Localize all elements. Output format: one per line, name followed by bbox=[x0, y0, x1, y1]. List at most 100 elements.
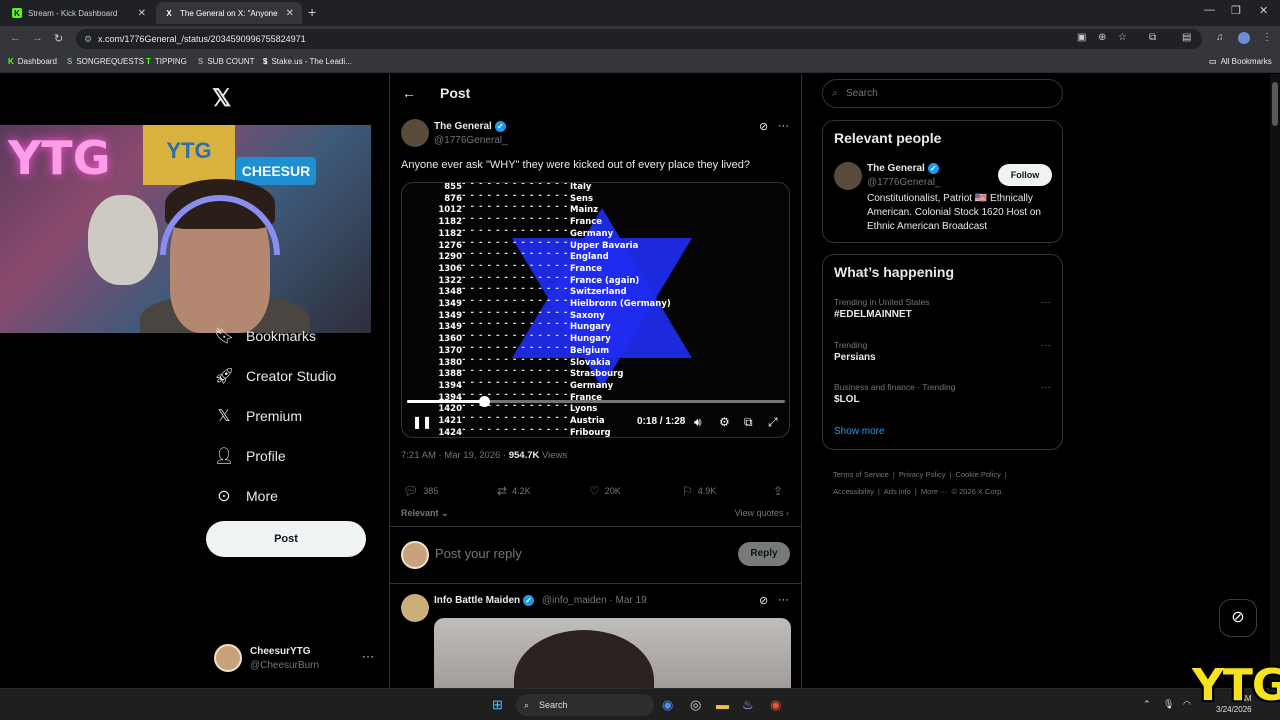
share-action[interactable]: ⇪ bbox=[773, 484, 788, 498]
scrollbar-thumb[interactable] bbox=[1272, 82, 1278, 126]
forward-arrow-icon[interactable]: → bbox=[32, 32, 43, 44]
more-dots-icon[interactable]: ··· bbox=[778, 594, 789, 606]
reply-sort-dropdown[interactable]: Relevant ⌄ bbox=[401, 508, 449, 519]
footer-link[interactable]: Accessibility bbox=[833, 487, 874, 496]
close-tab-icon[interactable]: ✕ bbox=[286, 8, 294, 19]
fullscreen-icon[interactable]: ⤢ bbox=[768, 415, 778, 430]
nav-bookmarks[interactable]: 🔖︎ Bookmarks bbox=[214, 326, 316, 346]
footer-separator: | bbox=[949, 470, 952, 479]
wifi-icon[interactable]: ◠ bbox=[1183, 699, 1191, 710]
reply-action[interactable]: 💬︎ 385 bbox=[403, 484, 438, 498]
relevant-person-handle[interactable]: @1776General_ bbox=[867, 177, 941, 188]
show-more-link[interactable]: Show more bbox=[834, 426, 885, 437]
reply-author-name[interactable]: Info Battle Maiden ✓ bbox=[434, 595, 535, 606]
bookmark-star-icon[interactable]: ☆ bbox=[1118, 32, 1127, 43]
reply-author-handle[interactable]: @info_maiden · Mar 19 bbox=[542, 595, 647, 606]
url-input[interactable]: ⚙ x.com/1776General_/status/203459099675… bbox=[76, 29, 1202, 49]
reload-icon[interactable]: ↻ bbox=[54, 32, 63, 45]
media-controls-icon[interactable]: ♫ bbox=[1216, 32, 1224, 43]
site-info-icon[interactable]: ⚙ bbox=[84, 29, 92, 49]
taskbar-search[interactable]: ⌕ Search bbox=[516, 694, 654, 716]
account-switcher[interactable]: CheesurYTG @CheesurBurn ··· bbox=[214, 644, 379, 676]
more-dots-icon[interactable]: ··· bbox=[1041, 340, 1051, 351]
more-dots-icon[interactable]: ··· bbox=[362, 649, 374, 663]
repost-action[interactable]: ⇄ 4.2K bbox=[497, 484, 531, 498]
post-timestamp[interactable]: 7:21 AM · Mar 19, 2026 · bbox=[401, 450, 509, 461]
volume-icon[interactable]: 🔊︎ bbox=[694, 415, 702, 430]
bookmark-sub-count[interactable]: S SUB COUNT bbox=[198, 57, 254, 66]
nav-profile[interactable]: 👤︎ Profile bbox=[214, 446, 286, 466]
view-quotes-link[interactable]: View quotes › bbox=[735, 508, 789, 518]
follow-button[interactable]: Follow bbox=[998, 164, 1052, 186]
more-dots-icon[interactable]: ··· bbox=[1041, 382, 1051, 393]
nav-more[interactable]: ⊙ More bbox=[214, 486, 278, 506]
picture-in-picture-icon[interactable]: ⧉ bbox=[744, 415, 753, 430]
tray-chevron-icon[interactable]: ⌃ bbox=[1143, 699, 1151, 710]
windows-start-icon[interactable]: ⊞ bbox=[492, 697, 503, 713]
maximize-icon[interactable]: ❐ bbox=[1231, 4, 1241, 17]
video-progress-bar[interactable] bbox=[407, 396, 785, 407]
grok-icon[interactable]: ⊘ bbox=[759, 594, 768, 607]
author-handle[interactable]: @1776General_ bbox=[434, 135, 508, 146]
grok-icon[interactable]: ⊘ bbox=[759, 120, 768, 133]
close-window-icon[interactable]: ✕ bbox=[1259, 4, 1268, 17]
author-avatar[interactable] bbox=[401, 119, 429, 147]
bookmark-dashboard[interactable]: K Dashboard bbox=[8, 57, 57, 66]
pause-icon[interactable]: ❚❚ bbox=[412, 415, 432, 429]
bookmark-stake[interactable]: $ Stake.us - The Leadi... bbox=[263, 57, 352, 66]
trend-name[interactable]: Persians bbox=[834, 352, 876, 363]
steam-icon[interactable]: ♨ bbox=[742, 697, 754, 713]
like-action[interactable]: ♡ 20K bbox=[589, 484, 621, 498]
bookmark-songrequests[interactable]: S SONGREQUESTS bbox=[67, 57, 144, 66]
cheesur-sign: CHEESUR bbox=[236, 157, 316, 185]
x-logo-icon[interactable]: 𝕏 bbox=[212, 84, 231, 113]
author-avatar[interactable] bbox=[834, 162, 862, 190]
relevant-person-name[interactable]: The General ✓ bbox=[867, 163, 939, 174]
new-tab-button[interactable]: + bbox=[308, 4, 316, 20]
more-dots-icon[interactable]: ··· bbox=[1041, 297, 1051, 308]
footer-link[interactable]: Terms of Service bbox=[833, 470, 889, 479]
reply-button[interactable]: Reply bbox=[738, 542, 790, 566]
file-explorer-icon[interactable]: ▬ bbox=[716, 697, 729, 712]
search-input[interactable]: ⌕ Search bbox=[822, 79, 1063, 108]
profile-avatar-icon[interactable] bbox=[1238, 32, 1250, 44]
tab-x-post[interactable]: X The General on X: "Anyone ✕ bbox=[156, 2, 302, 24]
avatar[interactable] bbox=[401, 594, 429, 622]
tab-kick-dashboard[interactable]: K Stream - Kick Dashboard ✕ bbox=[4, 2, 154, 24]
cast-icon[interactable]: ▣ bbox=[1077, 32, 1086, 43]
more-dots-icon[interactable]: ··· bbox=[778, 120, 789, 132]
post-button[interactable]: Post bbox=[206, 521, 366, 557]
footer-link[interactable]: More ··· bbox=[921, 487, 948, 496]
reply-media-image[interactable] bbox=[434, 618, 791, 688]
back-arrow-icon[interactable]: ← bbox=[10, 32, 21, 44]
microphone-icon[interactable]: 🎙︎ bbox=[1163, 699, 1174, 710]
footer-link[interactable]: Privacy Policy bbox=[899, 470, 946, 479]
reply-input[interactable]: Post your reply bbox=[435, 546, 522, 561]
bookmark-action[interactable]: ⚐ 4.9K bbox=[682, 484, 716, 498]
minimize-icon[interactable]: — bbox=[1204, 4, 1215, 16]
all-bookmarks-button[interactable]: ▭ All Bookmarks bbox=[1209, 57, 1272, 66]
chrome-menu-icon[interactable]: ⋮ bbox=[1262, 32, 1272, 43]
sidebar-panel-icon[interactable]: ▤ bbox=[1182, 32, 1191, 43]
chrome-icon[interactable]: ◉ bbox=[662, 697, 673, 713]
relevant-people-title: Relevant people bbox=[834, 130, 942, 146]
video-player[interactable]: 855 - - - - - - - - - - - - - - - - - -I… bbox=[401, 182, 790, 438]
chrome-alt-icon[interactable]: ◉ bbox=[770, 697, 781, 713]
nav-premium[interactable]: 𝕏 Premium bbox=[214, 406, 302, 426]
nav-creator-studio[interactable]: 🚀︎ Creator Studio bbox=[214, 366, 336, 386]
footer-link[interactable]: Cookie Policy bbox=[955, 470, 1000, 479]
grok-button[interactable]: ⊘ bbox=[1219, 599, 1257, 637]
page-scrollbar[interactable] bbox=[1270, 74, 1280, 688]
author-name[interactable]: The General ✓ bbox=[434, 121, 506, 132]
settings-gear-icon[interactable]: ⚙ bbox=[719, 415, 730, 429]
back-arrow-icon[interactable]: ← bbox=[402, 85, 416, 101]
trend-name[interactable]: $LOL bbox=[834, 394, 860, 405]
dotted-leader: - - - - - - - - - - - - - - - - - - bbox=[462, 413, 570, 423]
bookmark-tipping[interactable]: T TIPPING bbox=[146, 57, 187, 66]
extensions-icon[interactable]: ⧉ bbox=[1149, 32, 1156, 43]
trend-name[interactable]: #EDELMAINNET bbox=[834, 309, 912, 320]
obs-icon[interactable]: ◎ bbox=[690, 697, 701, 713]
zoom-icon[interactable]: ⊕ bbox=[1098, 32, 1106, 43]
footer-link[interactable]: Ads info bbox=[884, 487, 911, 496]
close-tab-icon[interactable]: ✕ bbox=[138, 8, 146, 19]
